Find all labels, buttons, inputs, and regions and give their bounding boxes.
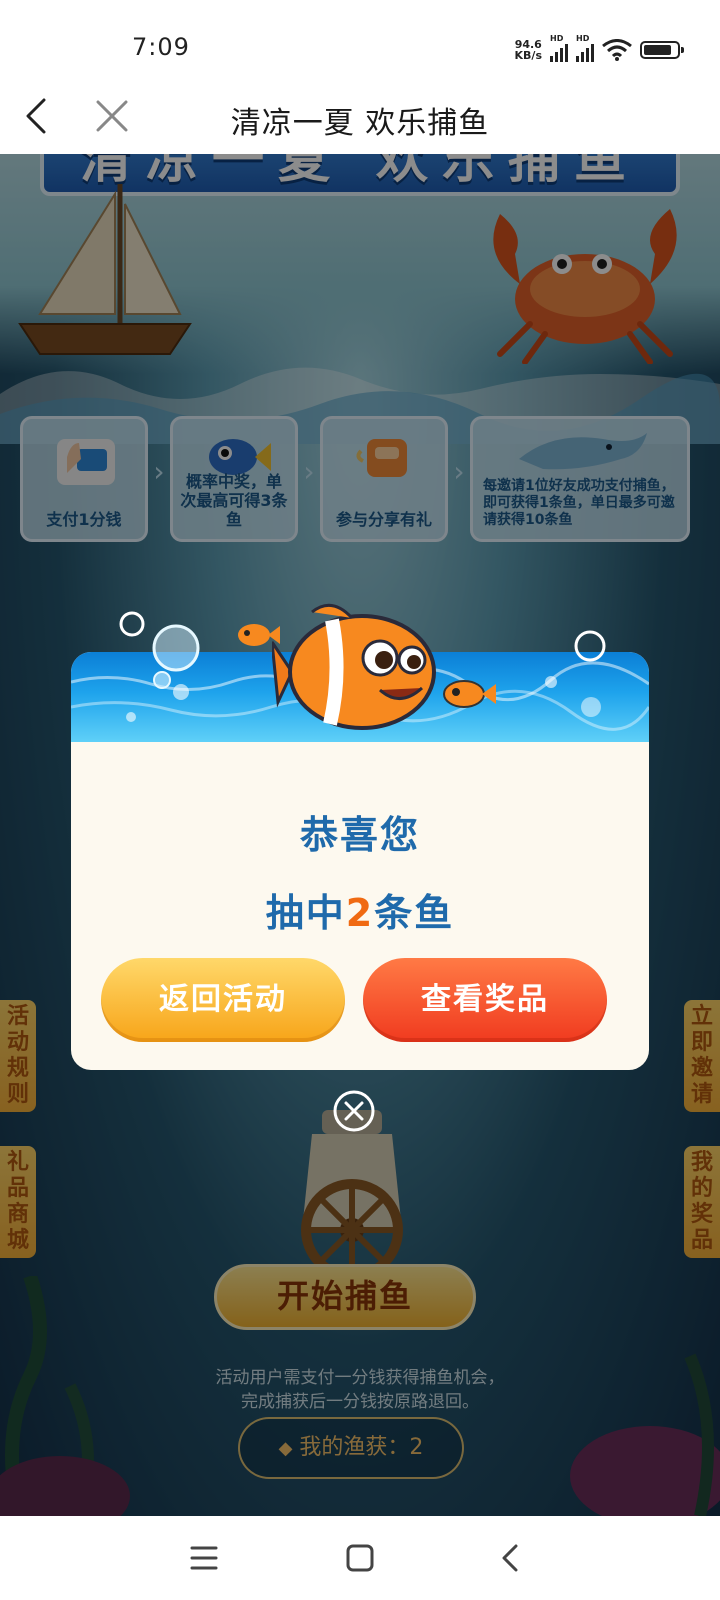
view-prizes-button[interactable]: 查看奖品: [363, 958, 607, 1042]
back-triangle-icon[interactable]: [490, 1538, 530, 1578]
network-speed: 94.6 KB/s: [515, 39, 542, 61]
menu-icon[interactable]: [184, 1538, 224, 1578]
page-title: 清凉一夏 欢乐捕鱼: [230, 106, 490, 141]
result-prefix: 抽中: [265, 891, 346, 935]
result-count: 2: [345, 891, 375, 935]
status-icons: 94.6 KB/s HD HD: [515, 34, 684, 64]
result-suffix: 条鱼: [374, 891, 455, 935]
wifi-icon: [602, 39, 632, 61]
home-square-icon[interactable]: [340, 1538, 380, 1578]
clownfish-mascot: [272, 603, 436, 730]
bubble-decoration: [119, 611, 200, 689]
sim1-hd-label: HD: [550, 34, 564, 43]
dialog-result: 抽中2条鱼: [71, 882, 649, 937]
system-navigation-bar: [0, 1516, 720, 1600]
small-fish-decoration: [443, 680, 496, 708]
back-to-activity-button[interactable]: 返回活动: [101, 958, 345, 1042]
status-time: 7:09: [132, 33, 190, 61]
close-circle-icon[interactable]: [332, 1089, 376, 1133]
bubble-decoration: [574, 630, 606, 662]
signal-icon: HD: [576, 34, 594, 62]
network-speed-unit: KB/s: [514, 49, 542, 62]
sim2-hd-label: HD: [576, 34, 590, 43]
signal-icon: HD: [550, 34, 568, 62]
battery-icon: [640, 41, 684, 59]
small-fish-decoration: [238, 624, 280, 646]
dialog-title: 恭喜您: [299, 813, 420, 857]
status-bar: 7:09 94.6 KB/s HD HD: [0, 0, 720, 80]
nav-bar: 清凉一夏 欢乐捕鱼: [0, 80, 720, 154]
